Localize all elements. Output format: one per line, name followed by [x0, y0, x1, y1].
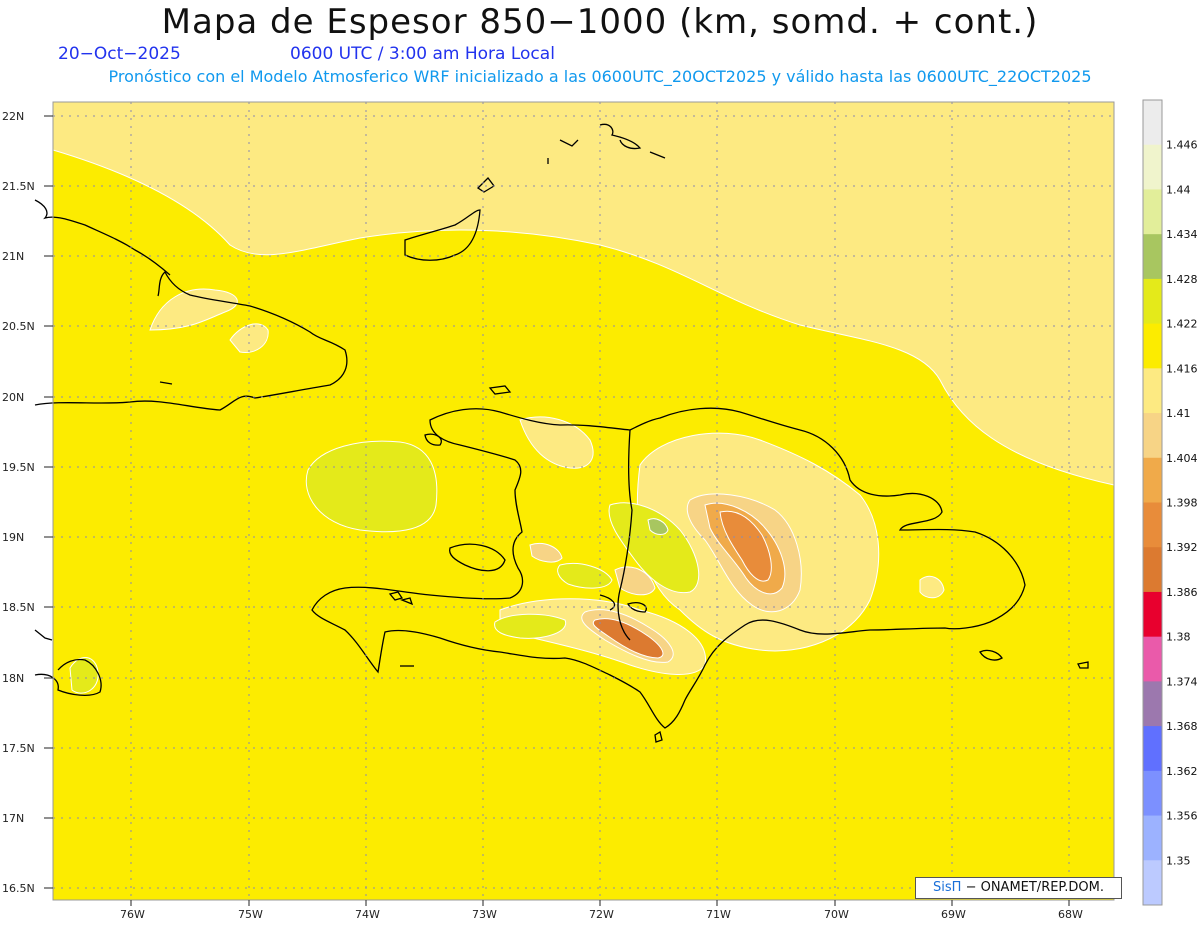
lat-label: 19.5N	[2, 461, 35, 474]
colorbar-label: 1.374	[1166, 675, 1198, 688]
lat-label: 22N	[2, 110, 24, 123]
colorbar-swatch	[1143, 636, 1162, 682]
brand-label: SisΠ	[933, 880, 962, 895]
colorbar-label: 1.446	[1166, 139, 1198, 152]
colorbar-swatch	[1143, 815, 1162, 861]
lon-label: 75W	[238, 908, 263, 921]
colorbar-label: 1.422	[1166, 318, 1198, 331]
colorbar-swatch	[1143, 770, 1162, 817]
page-title: Mapa de Espesor 850−1000 (km, somd. + co…	[161, 2, 1039, 42]
colorbar-label: 1.38	[1166, 631, 1191, 644]
lat-label: 20N	[2, 391, 24, 404]
lat-label: 18.5N	[2, 601, 35, 614]
lat-label: 21.5N	[2, 180, 35, 193]
lat-label: 17N	[2, 812, 24, 825]
colorbar-label: 1.428	[1166, 273, 1198, 286]
colorbar-swatch	[1143, 457, 1162, 503]
colorbar-swatch	[1143, 323, 1162, 369]
colorbar-swatch	[1143, 189, 1162, 235]
lon-label: 74W	[355, 908, 380, 921]
colorbar-swatch	[1143, 502, 1162, 548]
lon-ticks	[130, 900, 1070, 906]
lat-label: 20.5N	[2, 320, 35, 333]
lon-label: 68W	[1058, 908, 1083, 921]
lat-label: 17.5N	[2, 742, 35, 755]
contour-1410-jamaica	[69, 657, 99, 694]
lon-label: 76W	[120, 908, 145, 921]
colorbar-label: 1.404	[1166, 452, 1198, 465]
lon-label: 71W	[706, 908, 731, 921]
lon-axis: 76W 75W 74W 73W 72W 71W 70W 69W 68W	[120, 908, 1083, 921]
forecast-time: 0600 UTC / 3:00 am Hora Local	[290, 44, 555, 64]
lat-label: 18N	[2, 672, 24, 685]
colorbar-label: 1.398	[1166, 497, 1198, 510]
colorbar-label: 1.434	[1166, 228, 1198, 241]
colorbar-label: 1.362	[1166, 765, 1198, 778]
colorbar-swatch	[1143, 368, 1162, 414]
forecast-description: Pronóstico con el Modelo Atmosferico WRF…	[108, 67, 1092, 86]
lat-ticks	[44, 115, 53, 889]
colorbar-label: 1.416	[1166, 362, 1198, 375]
colorbar-swatch	[1143, 591, 1162, 638]
credit-text: − ONAMET/REP.DOM.	[965, 880, 1104, 895]
colorbar-label: 1.41	[1166, 407, 1191, 420]
colorbar-label: 1.356	[1166, 810, 1198, 823]
colorbar-label: 1.44	[1166, 183, 1191, 196]
lon-label: 69W	[941, 908, 966, 921]
colorbar-swatch	[1143, 278, 1162, 325]
colorbar-label: 1.35	[1166, 854, 1191, 867]
lat-label: 16.5N	[2, 882, 35, 895]
colorbar-swatch	[1143, 860, 1162, 906]
colorbar-swatch	[1143, 234, 1162, 280]
colorbar-swatch	[1143, 413, 1162, 459]
colorbar-swatch	[1143, 100, 1162, 146]
colorbar-swatch	[1143, 547, 1162, 593]
forecast-map: 22N 21.5N 21N 20.5N 20N 19.5N 19N 18.5N …	[2, 99, 1198, 921]
colorbar-swatch	[1143, 681, 1162, 727]
lon-label: 70W	[824, 908, 849, 921]
colorbar-label: 1.386	[1166, 586, 1198, 599]
colorbar-swatch	[1143, 144, 1162, 190]
colorbar: 1.446 1.44 1.434 1.428 1.422 1.416 1.41 1.404 1.…	[1142, 99, 1198, 906]
colorbar-swatch	[1143, 726, 1162, 772]
lat-label: 19N	[2, 531, 24, 544]
forecast-date: 20−Oct−2025	[58, 44, 181, 64]
colorbar-label: 1.392	[1166, 541, 1198, 554]
lon-label: 73W	[472, 908, 497, 921]
colorbar-label: 1.368	[1166, 720, 1198, 733]
lat-label: 21N	[2, 250, 24, 263]
credit-box: SisΠ − ONAMET/REP.DOM.	[915, 877, 1122, 899]
lat-axis: 22N 21.5N 21N 20.5N 20N 19.5N 19N 18.5N …	[2, 110, 35, 895]
lon-label: 72W	[589, 908, 614, 921]
